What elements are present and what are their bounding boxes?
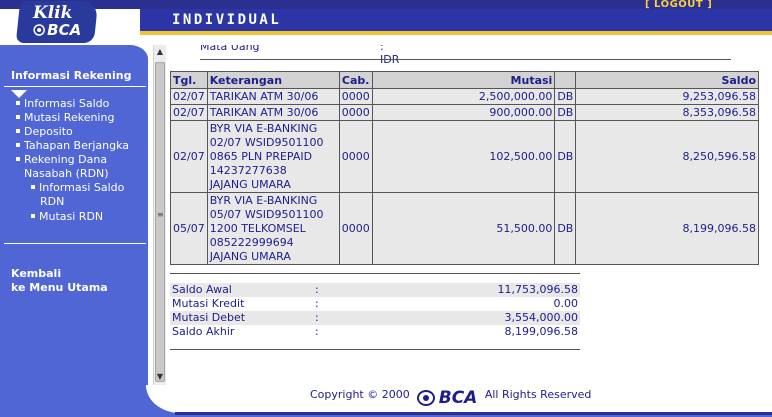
table-header-row: Tgl. Keterangan Cab. Mutasi Saldo [170,71,759,89]
cell-branch: 0000 [338,104,373,121]
klikbca-logo: Klik BCA [15,1,99,43]
divider [200,59,731,60]
currency-label: Mata Uang [200,45,260,53]
footer-brand-text: BCA [438,388,478,408]
sidebar-item-mutasi-rekening[interactable]: Mutasi Rekening [16,111,114,125]
page-section-label: INDIVIDUAL [172,12,282,28]
summary-table: Saldo Awal : 11,753,096.58 Mutasi Kredit… [170,283,580,339]
menu-title[interactable]: Informasi Rekening [11,69,131,82]
column-header-branch: Cab. [338,71,373,89]
sidebar-subitem-informasi-saldo-rdn-cont[interactable]: RDN [40,195,64,209]
bullet-icon [31,185,35,189]
logout-link[interactable]: [ LOGOUT ] [645,0,712,10]
account-statement-panel: Mata Uang : IDR Tgl. Keterangan Cab. Mut… [168,45,772,385]
summary-divider [170,273,580,274]
cell-amount: 2,500,000.00 [371,88,556,105]
summary-row-opening-balance: Saldo Awal : 11,753,096.58 [170,283,580,297]
cell-amount: 51,500.00 [371,192,556,265]
cell-amount: 102,500.00 [371,120,556,193]
cell-debit-credit: DB [554,88,577,105]
cell-debit-credit: DB [554,104,577,121]
cell-branch: 0000 [338,192,373,265]
sidebar-subitem-informasi-saldo-rdn[interactable]: Informasi Saldo [31,181,124,195]
column-header-amount: Mutasi [371,71,556,89]
content-scrollbar[interactable]: ▲ ≡ ▼ [153,45,166,385]
cell-date: 02/07 [170,104,208,121]
cell-amount: 900,000.00 [371,104,556,121]
logo-text-bca: BCA [47,21,82,39]
bullet-icon [16,143,20,147]
bullet-icon [16,115,20,119]
scroll-thumb[interactable]: ≡ [155,62,165,382]
bullet-icon [31,214,35,218]
cell-date: 05/07 [170,192,208,265]
column-header-balance: Saldo [575,71,759,89]
transaction-table: Tgl. Keterangan Cab. Mutasi Saldo 02/07 … [170,71,759,265]
cell-date: 02/07 [170,88,208,105]
scroll-up-arrow-icon[interactable]: ▲ [154,45,166,59]
bullet-icon [16,129,20,133]
top-banner: [ LOGOUT ] INDIVIDUAL Klik BCA [0,0,772,45]
currency-row: Mata Uang : IDR [200,45,399,66]
logo-text-klik: Klik [32,3,73,23]
table-row: 02/07 TARIKAN ATM 30/06 0000 2,500,000.0… [170,88,759,105]
column-header-date: Tgl. [170,71,208,89]
column-header-description: Keterangan [206,71,340,89]
table-row: 02/07 TARIKAN ATM 30/06 0000 900,000.00 … [170,104,759,121]
menu-divider [4,243,146,244]
banner-stripe-gold [140,31,772,35]
cell-balance: 8,250,596.58 [575,120,759,193]
bca-emblem-icon [417,390,436,406]
summary-row-closing-balance: Saldo Akhir : 8,199,096.58 [172,325,578,338]
bca-emblem-icon [33,24,45,36]
footer: Copyright © 2000 BCA All Rights Reserved [310,388,591,408]
copyright-text: Copyright © 2000 [310,388,410,401]
bullet-icon [16,101,20,105]
cell-balance: 8,199,096.58 [575,192,759,265]
cell-branch: 0000 [338,120,373,193]
table-row: 05/07 BYR VIA E-BANKING 05/07 WSID950110… [170,192,759,265]
cell-description: BYR VIA E-BANKING 05/07 WSID9501100 1200… [206,192,340,265]
cell-balance: 8,353,096.58 [575,104,759,121]
sidebar-menu: Informasi Rekening Informasi Saldo Mutas… [0,45,148,417]
summary-row-total-debit: Mutasi Debet : 3,554,000.00 [170,311,580,325]
summary-divider [170,349,580,350]
sidebar-item-rekening-dana[interactable]: Rekening Dana [16,153,107,167]
back-to-main-menu-link[interactable]: Kembali ke Menu Utama [11,267,108,295]
cell-description: BYR VIA E-BANKING 02/07 WSID9501100 0865… [206,120,340,193]
table-row: 02/07 BYR VIA E-BANKING 02/07 WSID950110… [170,120,759,193]
sidebar-item-tahapan-berjangka[interactable]: Tahapan Berjangka [16,139,129,153]
footer-brand: BCA [417,388,477,408]
cell-debit-credit: DB [554,192,577,265]
cell-debit-credit: DB [554,120,577,193]
sidebar-subitem-mutasi-rdn[interactable]: Mutasi RDN [31,210,103,224]
scroll-down-arrow-icon[interactable]: ▼ [154,370,166,384]
sidebar-item-deposito[interactable]: Deposito [16,125,73,139]
summary-row-total-credit: Mutasi Kredit : 0.00 [172,297,578,310]
cell-description: TARIKAN ATM 30/06 [206,104,340,121]
sidebar-item-rekening-dana-cont[interactable]: Nasabah (RDN) [24,167,109,181]
cell-branch: 0000 [338,88,373,105]
cell-description: TARIKAN ATM 30/06 [206,88,340,105]
sidebar-item-informasi-saldo[interactable]: Informasi Saldo [16,97,109,111]
rights-text: All Rights Reserved [484,388,592,401]
bottom-rule [175,412,772,415]
menu-divider [4,86,146,87]
scroll-grip-icon: ≡ [157,210,164,219]
cell-balance: 9,253,096.58 [575,88,759,105]
currency-value: : IDR [380,45,400,66]
bullet-icon [16,157,20,161]
cell-date: 02/07 [170,120,208,193]
